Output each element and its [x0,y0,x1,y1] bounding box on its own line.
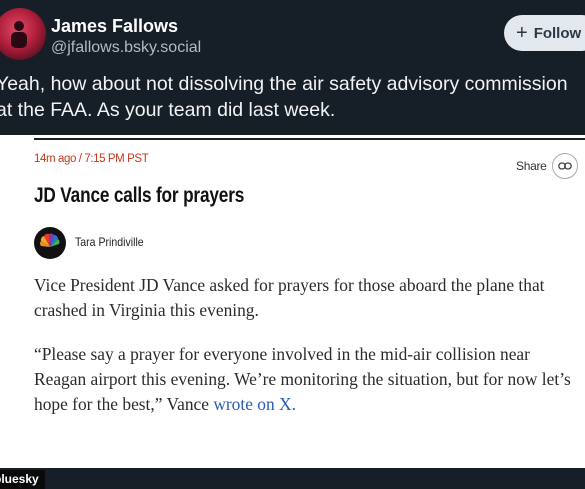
follow-label: Follow [533,24,582,42]
avatar[interactable] [0,8,46,60]
divider [34,138,585,140]
nbc-peacock-icon [34,227,66,259]
author-handle[interactable]: @jfallows.bsky.social [51,38,201,58]
bluesky-watermark: bluesky [0,470,45,489]
quote-text: “Please say a prayer for everyone involv… [34,344,571,414]
x-post-link[interactable]: wrote on X. [213,394,296,414]
article-paragraph-quote: “Please say a prayer for everyone involv… [34,342,574,417]
share-button[interactable]: Share [516,153,578,179]
article-author[interactable]: Tara Prindiville [75,235,144,249]
avatar-figure-icon [11,21,27,48]
article-paragraph: Vice President JD Vance asked for prayer… [34,275,545,320]
article-headline: JD Vance calls for prayers [34,184,245,207]
post-text: Yeah, how about not dissolving the air s… [0,73,568,121]
plus-icon: + [516,22,528,44]
share-label: Share [516,159,547,173]
embedded-article: 14m ago / 7:15 PM PST Share JD Vance cal… [0,135,585,468]
follow-button[interactable]: + Follow [504,15,585,51]
author-name[interactable]: James Fallows [51,15,178,37]
link-icon [551,153,578,179]
article-timestamp: 14m ago / 7:15 PM PST [34,153,149,165]
